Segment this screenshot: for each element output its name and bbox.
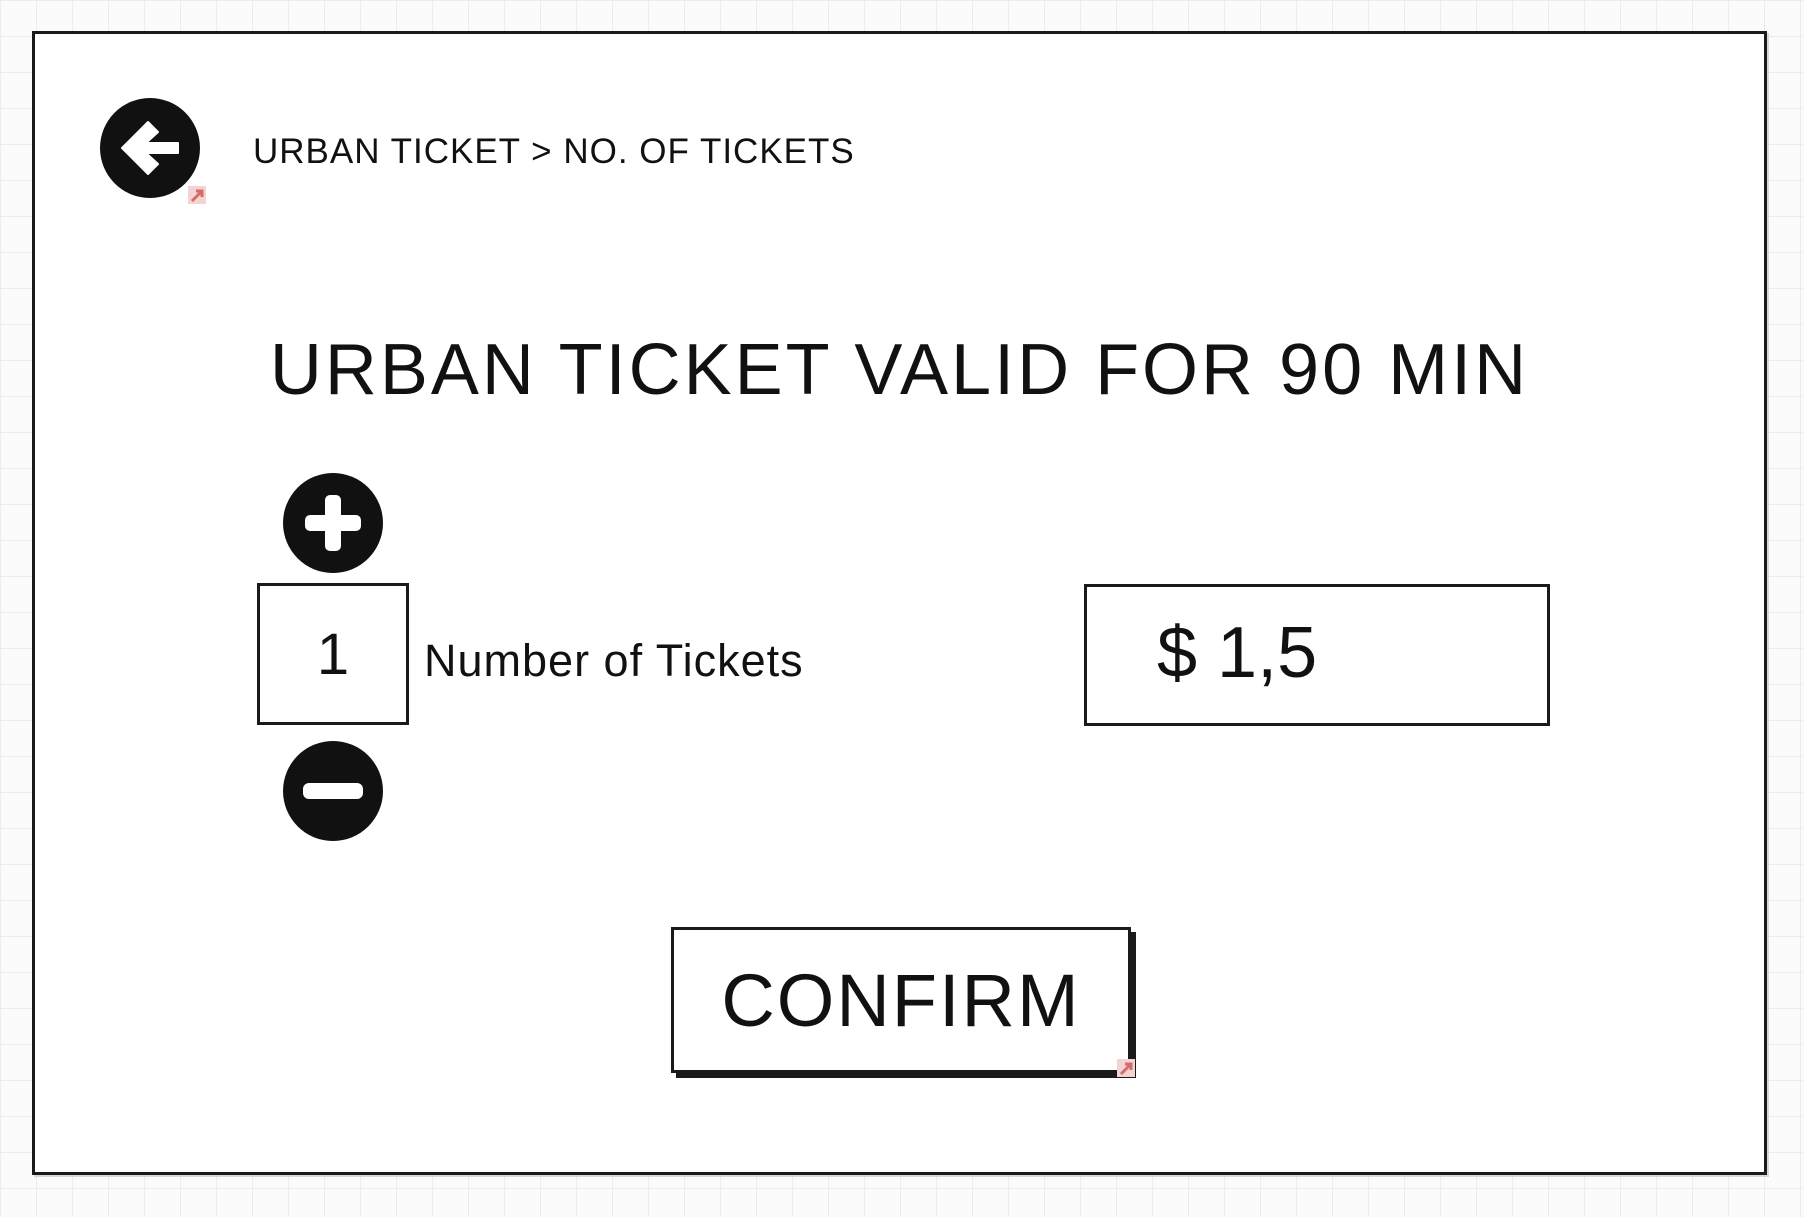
confirm-button[interactable]: CONFIRM [671, 927, 1131, 1073]
price-value: $ 1,5 [1157, 613, 1318, 693]
breadcrumb: URBAN TICKET > NO. OF TICKETS [253, 132, 855, 171]
price-display: $ 1,5 [1084, 584, 1550, 726]
link-marker-icon [188, 186, 206, 204]
decrease-quantity-button[interactable] [281, 739, 385, 843]
ticket-quantity-input[interactable] [257, 583, 409, 725]
plus-circle-icon [283, 473, 383, 573]
back-button[interactable] [98, 96, 206, 204]
page-title: URBAN TICKET VALID FOR 90 MIN [269, 330, 1530, 410]
quantity-label: Number of Tickets [424, 635, 804, 686]
increase-quantity-button[interactable] [281, 471, 385, 575]
link-marker-icon [1117, 1059, 1135, 1077]
screen-frame: URBAN TICKET > NO. OF TICKETS URBAN TICK… [32, 31, 1767, 1175]
arrow-left-circle-icon [100, 98, 200, 198]
minus-circle-icon [283, 741, 383, 841]
